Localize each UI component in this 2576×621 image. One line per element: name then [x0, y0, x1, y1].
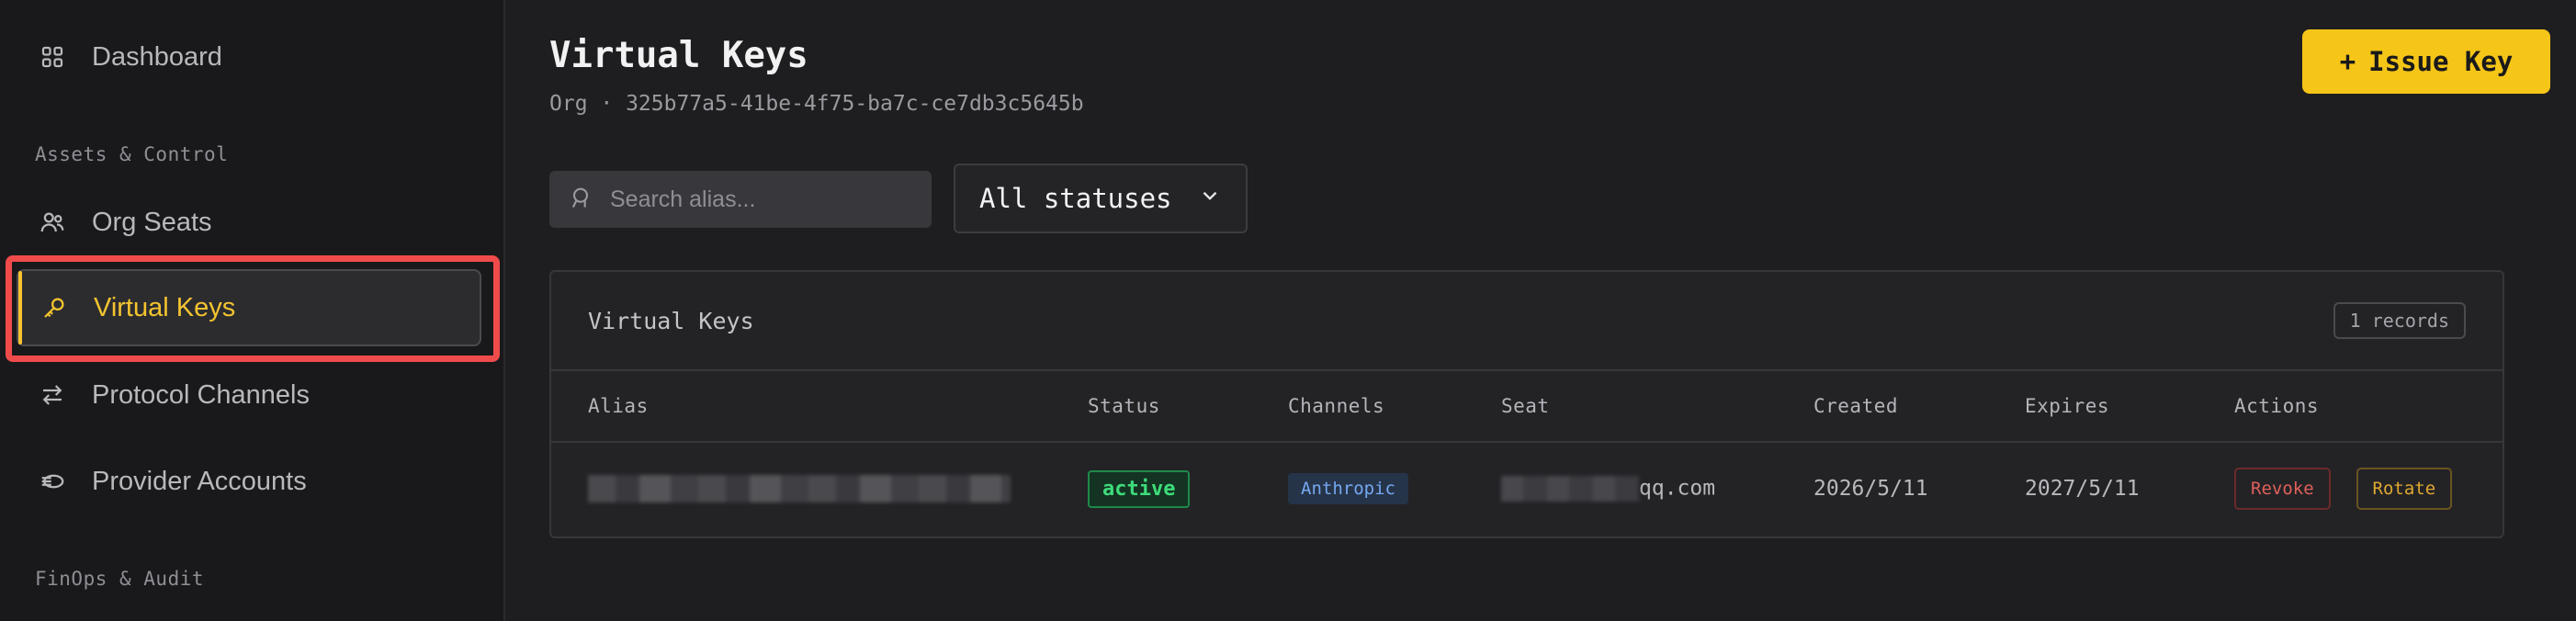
sidebar-item-dashboard[interactable]: Dashboard	[17, 18, 481, 96]
card-header: Virtual Keys 1 records	[551, 272, 2503, 371]
column-header-created: Created	[1813, 395, 1899, 417]
records-badge: 1 records	[2333, 302, 2466, 339]
column-header-expires: Expires	[2025, 395, 2110, 417]
sidebar-item-org-seats[interactable]: Org Seats	[17, 184, 481, 261]
virtual-keys-table-card: Virtual Keys 1 records Alias Status Chan…	[549, 270, 2504, 538]
sidebar-item-label: Protocol Channels	[92, 379, 310, 410]
created-cell: 2026/5/11	[1813, 477, 1928, 501]
chevron-down-icon	[1198, 183, 1222, 214]
sidebar-item-label: Org Seats	[92, 207, 212, 237]
users-icon	[37, 207, 68, 238]
seat-domain: qq.com	[1639, 476, 1716, 501]
main-content: Virtual Keys Org · 325b77a5-41be-4f75-ba…	[505, 0, 2576, 621]
sidebar-item-provider-accounts[interactable]: Provider Accounts	[17, 443, 481, 520]
column-header-alias: Alias	[588, 395, 649, 417]
accounts-icon	[37, 466, 68, 497]
column-header-actions: Actions	[2234, 395, 2320, 417]
sidebar: Dashboard Assets & Control Org Seats Vir…	[0, 0, 505, 621]
issue-key-button[interactable]: + Issue Key	[2302, 29, 2550, 94]
sidebar-item-label: Provider Accounts	[92, 466, 307, 496]
rotate-button[interactable]: Rotate	[2356, 468, 2453, 510]
column-header-status: Status	[1088, 395, 1160, 417]
table-header: Alias Status Channels Seat Created Expir…	[551, 371, 2503, 443]
seat-cell: qq.com	[1501, 476, 1813, 502]
expires-cell: 2027/5/11	[2025, 477, 2140, 501]
sidebar-item-protocol-channels[interactable]: Protocol Channels	[17, 356, 481, 434]
status-filter-value: All statuses	[979, 183, 1172, 214]
sidebar-item-label: Virtual Keys	[94, 292, 236, 322]
issue-key-label: Issue Key	[2368, 46, 2514, 77]
key-icon	[39, 292, 70, 323]
column-header-channels: Channels	[1288, 395, 1385, 417]
status-badge: active	[1088, 469, 1191, 508]
search-input[interactable]	[610, 186, 922, 213]
channel-badge: Anthropic	[1288, 473, 1408, 504]
sidebar-item-label: Dashboard	[92, 41, 222, 72]
column-header-seat: Seat	[1501, 395, 1550, 417]
redacted-seat	[1501, 476, 1639, 502]
redacted-alias	[588, 475, 1011, 502]
section-label-finops: FinOps & Audit	[35, 568, 205, 590]
alias-cell	[551, 475, 1088, 502]
swap-arrows-icon	[37, 379, 68, 411]
channels-cell: Anthropic	[1288, 473, 1501, 504]
search-box[interactable]	[549, 171, 932, 228]
revoke-button[interactable]: Revoke	[2234, 468, 2331, 510]
sidebar-item-virtual-keys[interactable]: Virtual Keys	[17, 269, 481, 346]
table-row: active Anthropic qq.com 2026/5/11 2027/5…	[551, 443, 2503, 535]
grid-icon	[37, 41, 68, 73]
section-label-assets: Assets & Control	[35, 143, 229, 165]
card-title: Virtual Keys	[588, 307, 754, 334]
plus-icon: +	[2339, 46, 2356, 77]
active-indicator	[18, 271, 22, 344]
status-filter-select[interactable]: All statuses	[954, 164, 1248, 233]
search-icon	[568, 185, 593, 215]
actions-cell: Revoke Rotate	[2234, 468, 2503, 510]
status-cell: active	[1088, 469, 1288, 508]
page-title: Virtual Keys	[549, 35, 808, 76]
org-id: Org · 325b77a5-41be-4f75-ba7c-ce7db3c564…	[549, 92, 1084, 116]
